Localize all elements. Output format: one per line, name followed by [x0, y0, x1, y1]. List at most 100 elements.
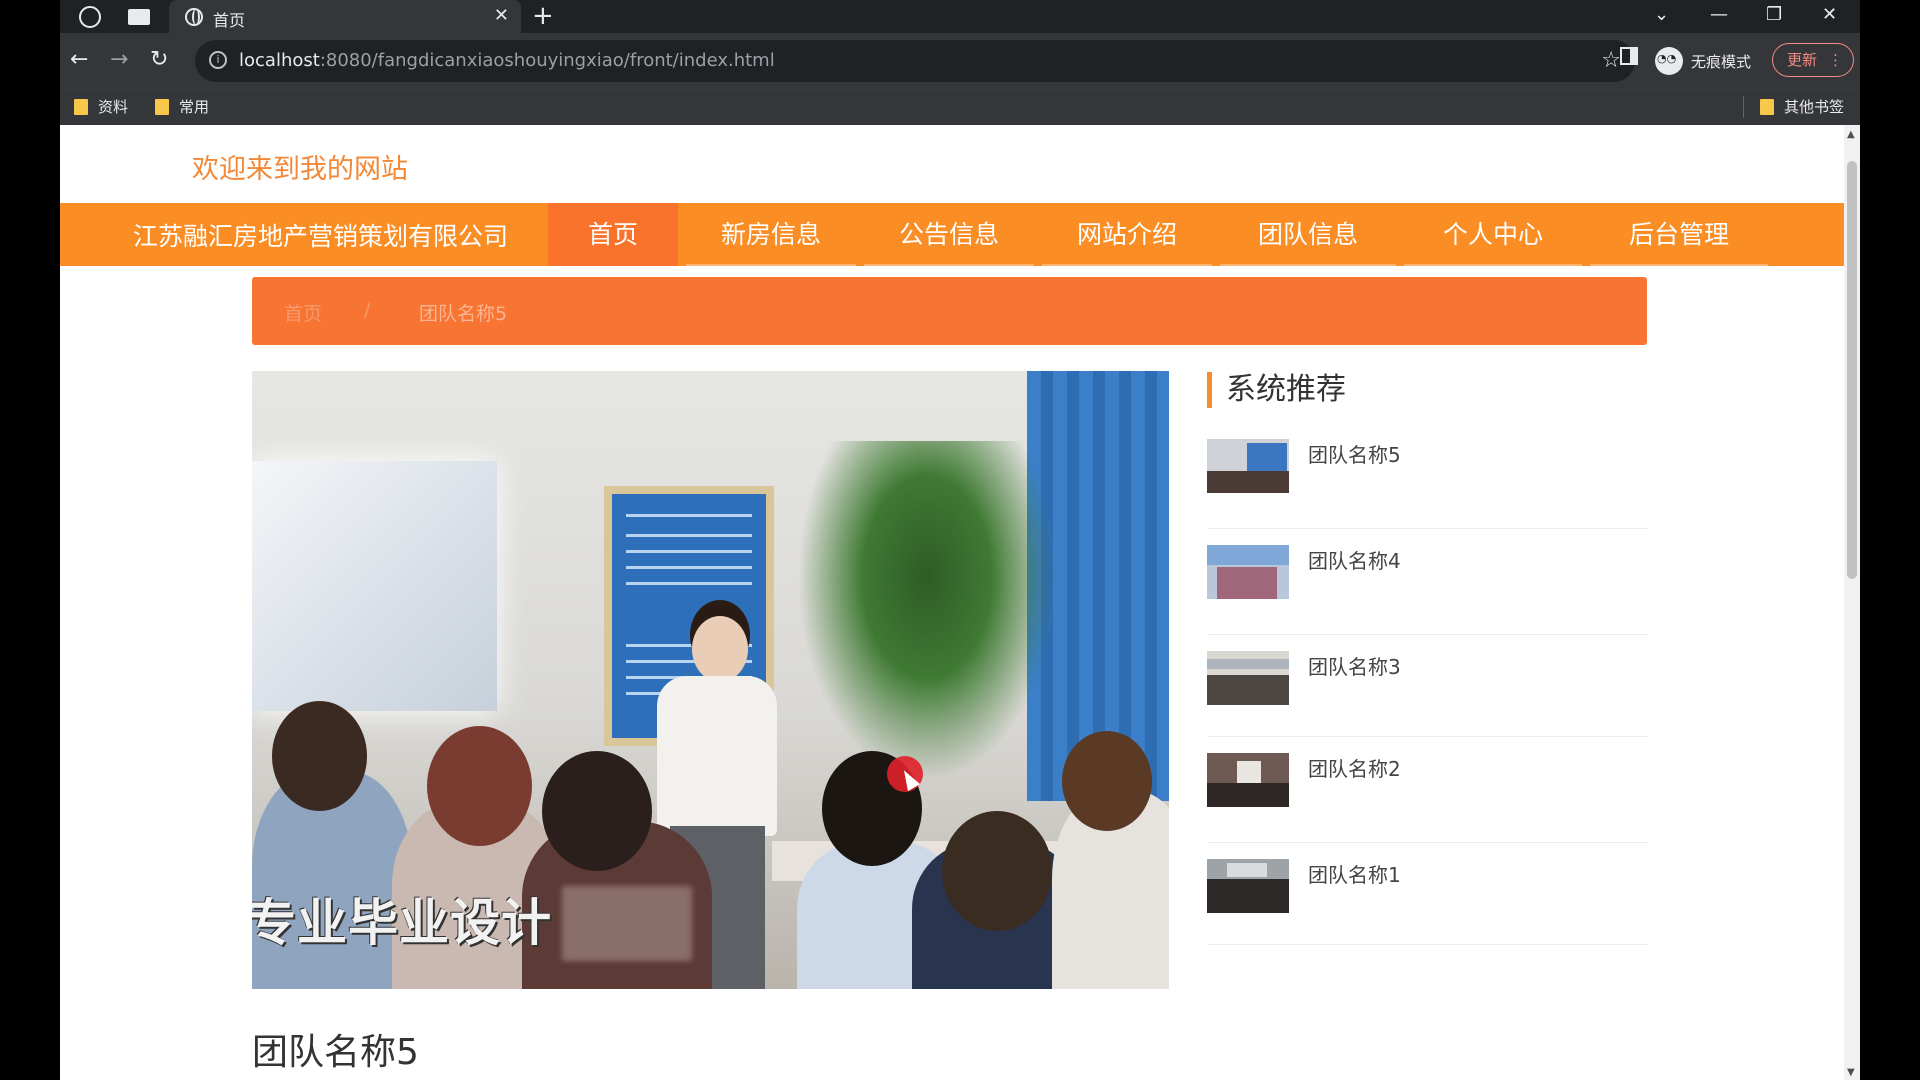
nav-label: 团队信息: [1257, 220, 1358, 249]
incognito-label: 无痕模式: [1691, 52, 1752, 71]
photo-caption: 专业毕业设计: [252, 894, 552, 952]
new-tab-icon[interactable]: +: [532, 1, 554, 31]
recommend-item[interactable]: 团队名称3: [1207, 635, 1647, 737]
nav-item-admin[interactable]: 后台管理: [1590, 203, 1768, 266]
chevron-down-icon[interactable]: ⌄: [1654, 2, 1669, 28]
detail-title: 团队名称5: [252, 1032, 419, 1073]
recommend-name[interactable]: 团队名称5: [1308, 439, 1401, 468]
update-button[interactable]: 更新 ⋮: [1772, 43, 1854, 77]
bookmark-folder-ziliao[interactable]: 资料: [74, 96, 128, 117]
restore-icon[interactable]: ❐: [1766, 2, 1782, 28]
audience-head: [272, 701, 367, 811]
nav-item-about[interactable]: 网站介绍: [1042, 203, 1212, 266]
recommend-name[interactable]: 团队名称1: [1308, 859, 1401, 888]
breadcrumb-current: 团队名称5: [419, 303, 508, 325]
nav-label: 网站介绍: [1076, 220, 1177, 249]
back-arrow-icon[interactable]: ←: [70, 47, 88, 73]
audience-head: [542, 751, 652, 871]
nav-underline: [1404, 264, 1582, 266]
speaker-body: [657, 676, 777, 836]
globe-icon: [185, 8, 203, 26]
projector-screen: [252, 461, 497, 711]
bookmark-folder-other[interactable]: 其他书签: [1760, 96, 1844, 117]
potted-plant: [797, 441, 1057, 781]
recommend-name[interactable]: 团队名称2: [1308, 753, 1401, 782]
audience-head: [427, 726, 532, 846]
nav-label: 后台管理: [1628, 220, 1729, 249]
browser-toolbar: ← → ↻ i localhost:8080/fangdicanxiaoshou…: [60, 33, 1860, 89]
recommend-thumbnail[interactable]: [1207, 439, 1289, 493]
blurred-watermark: [562, 886, 692, 961]
browser-window: 首页 ✕ + ⌄ — ❐ ✕ ← → ↻ i localhost:8080/fa…: [60, 0, 1860, 1080]
window-close-icon[interactable]: ✕: [1822, 2, 1837, 28]
recommend-item[interactable]: 团队名称5: [1207, 423, 1647, 529]
address-bar[interactable]: i localhost:8080/fangdicanxiaoshouyingxi…: [195, 40, 1635, 82]
nav-underline: [1220, 264, 1396, 266]
incognito-indicator[interactable]: 无痕模式: [1655, 41, 1751, 81]
nav-underline: [864, 264, 1034, 266]
folder-icon: [1760, 98, 1774, 115]
breadcrumb: 首页 / 团队名称5: [252, 277, 1647, 345]
recommend-item[interactable]: 团队名称1: [1207, 843, 1647, 945]
nav-label: 新房信息: [720, 220, 821, 249]
nav-label: 公告信息: [898, 220, 999, 249]
bookmark-label: 常用: [179, 98, 210, 116]
recommend-thumbnail[interactable]: [1207, 545, 1289, 599]
recommend-thumbnail[interactable]: [1207, 859, 1289, 913]
web-page: 欢迎来到我的网站 江苏融汇房地产营销策划有限公司 首页 新房信息 公告信息 网站…: [60, 125, 1860, 1080]
bookmark-folder-changyong[interactable]: 常用: [155, 96, 209, 117]
incognito-icon: [1655, 47, 1683, 75]
close-icon[interactable]: ✕: [494, 5, 509, 26]
audience-head: [1062, 731, 1152, 831]
recommend-name[interactable]: 团队名称3: [1308, 651, 1401, 680]
bookmarks-bar: 资料 常用 其他书签: [60, 89, 1860, 125]
browser-tab-home[interactable]: 首页 ✕: [169, 0, 521, 33]
nav-label: 个人中心: [1442, 220, 1543, 249]
folder-icon: [74, 98, 88, 115]
tab-search-icon[interactable]: [128, 9, 150, 25]
nav-underline: [686, 264, 856, 266]
scrollbar-thumb[interactable]: [1847, 161, 1857, 579]
reload-icon[interactable]: ↻: [150, 47, 168, 73]
bookmarks-divider: [1743, 96, 1744, 118]
bookmark-label: 其他书签: [1784, 98, 1845, 116]
breadcrumb-home[interactable]: 首页: [284, 299, 322, 326]
nav-item-announcements[interactable]: 公告信息: [864, 203, 1034, 266]
team-photo: 专业毕业设计: [252, 371, 1169, 989]
scroll-up-icon[interactable]: ▲: [1847, 129, 1855, 140]
sidebar-title: 系统推荐: [1207, 372, 1346, 408]
menu-dots-icon: ⋮: [1828, 51, 1843, 69]
forward-arrow-icon[interactable]: →: [110, 47, 128, 73]
bookmark-label: 资料: [98, 98, 129, 116]
nav-underline: [1590, 264, 1768, 266]
update-label: 更新: [1787, 51, 1818, 69]
recommend-thumbnail[interactable]: [1207, 753, 1289, 807]
nav-item-home[interactable]: 首页: [548, 203, 678, 266]
minimize-icon[interactable]: —: [1710, 2, 1728, 28]
globe-icon[interactable]: [79, 6, 101, 28]
url-text[interactable]: localhost:8080/fangdicanxiaoshouyingxiao…: [239, 50, 775, 71]
tab-bar: 首页 ✕ + ⌄ — ❐ ✕: [60, 0, 1860, 33]
main-nav: 江苏融汇房地产营销策划有限公司 首页 新房信息 公告信息 网站介绍 团队信息 个…: [60, 203, 1844, 266]
nav-item-new-houses[interactable]: 新房信息: [686, 203, 856, 266]
recommend-item[interactable]: 团队名称2: [1207, 737, 1647, 843]
nav-underline: [1042, 264, 1212, 266]
page-scrollbar[interactable]: ▲ ▼: [1844, 125, 1860, 1080]
scroll-down-icon[interactable]: ▼: [1847, 1067, 1855, 1078]
site-brand[interactable]: 江苏融汇房地产营销策划有限公司: [133, 217, 508, 253]
nav-item-profile[interactable]: 个人中心: [1404, 203, 1582, 266]
url-host: localhost: [239, 50, 320, 71]
recommend-name[interactable]: 团队名称4: [1308, 545, 1401, 574]
url-path: :8080/fangdicanxiaoshouyingxiao/front/in…: [319, 50, 775, 71]
welcome-text: 欢迎来到我的网站: [192, 154, 408, 185]
folder-icon: [155, 98, 169, 115]
nav-item-team[interactable]: 团队信息: [1220, 203, 1396, 266]
breadcrumb-separator: /: [364, 299, 371, 321]
recommend-thumbnail[interactable]: [1207, 651, 1289, 705]
nav-label: 首页: [587, 220, 638, 249]
recommend-item[interactable]: 团队名称4: [1207, 529, 1647, 635]
info-icon[interactable]: i: [209, 51, 227, 69]
side-panel-icon[interactable]: [1620, 47, 1638, 65]
bookmark-star-icon[interactable]: ☆: [1601, 48, 1621, 73]
speaker-head: [692, 616, 748, 682]
